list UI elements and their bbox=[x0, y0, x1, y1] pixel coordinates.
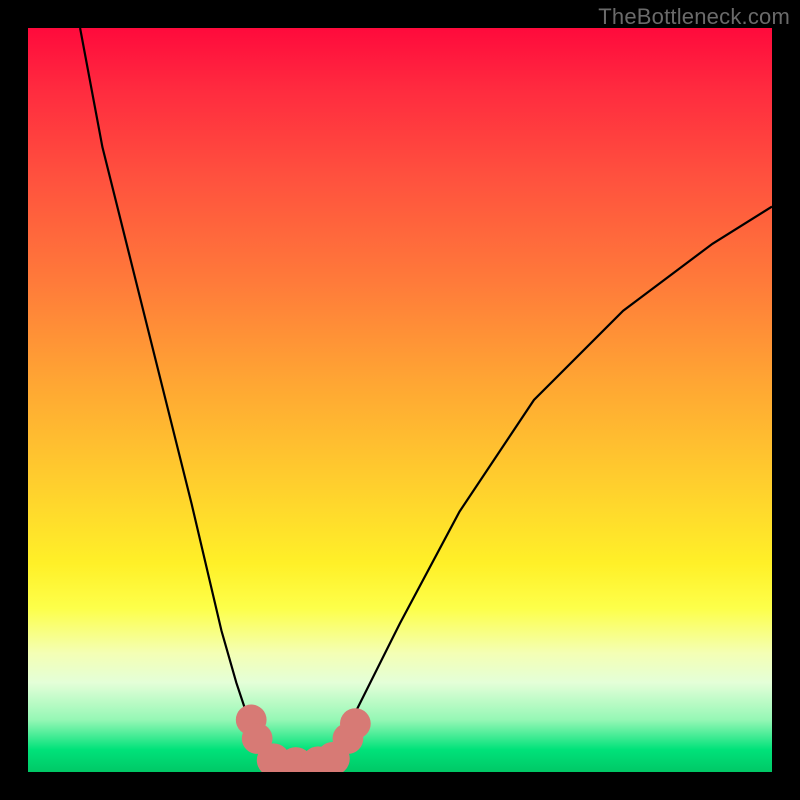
chart-frame: TheBottleneck.com bbox=[0, 0, 800, 800]
plot-area bbox=[28, 28, 772, 772]
watermark-text: TheBottleneck.com bbox=[598, 4, 790, 30]
chart-svg bbox=[28, 28, 772, 772]
curve-line bbox=[80, 28, 772, 765]
valley-marker bbox=[340, 708, 371, 739]
bottleneck-curve bbox=[80, 28, 772, 765]
valley-markers bbox=[236, 705, 371, 772]
